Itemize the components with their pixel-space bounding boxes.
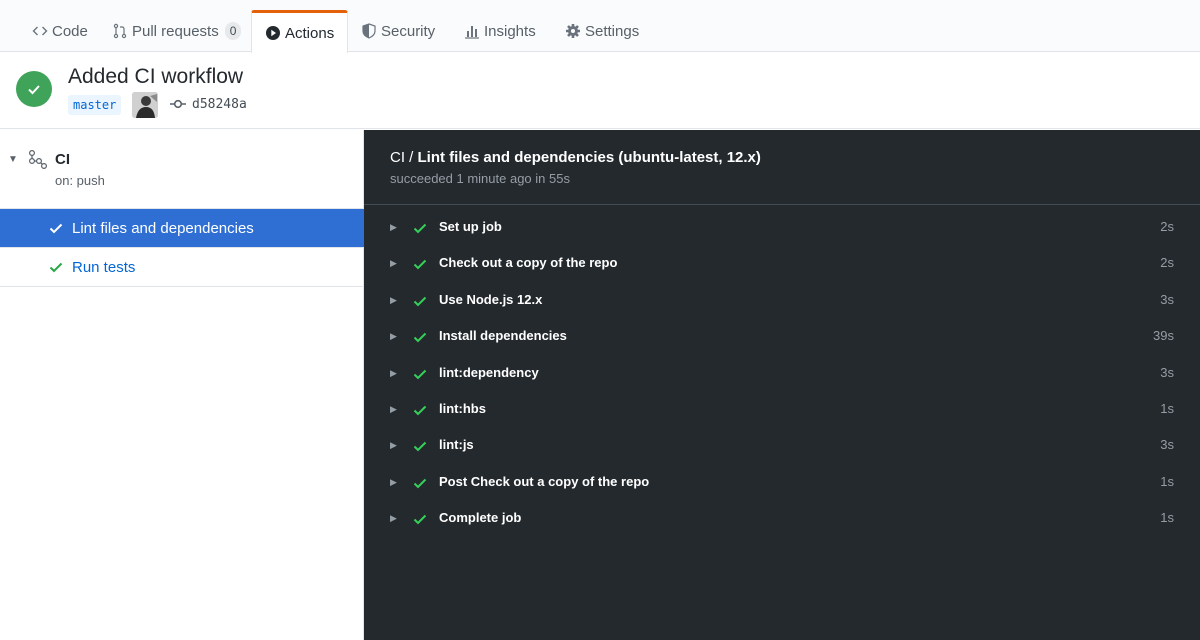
job-log-title: CI / Lint files and dependencies (ubuntu… xyxy=(390,149,761,166)
step-name: lint:dependency xyxy=(439,364,539,380)
caret-right-icon[interactable]: ▶ xyxy=(390,258,397,269)
success-status-icon xyxy=(16,71,52,107)
step-duration: 3s xyxy=(1160,291,1174,307)
tab-actions[interactable]: Actions xyxy=(251,10,349,53)
workflow-item[interactable]: ▼ CI on: push xyxy=(0,130,364,209)
workflow-icon xyxy=(28,149,48,174)
check-icon xyxy=(412,329,428,350)
tab-security[interactable]: Security xyxy=(361,10,435,52)
step-name: Set up job xyxy=(439,219,502,234)
check-icon xyxy=(412,438,428,459)
step-row[interactable]: ▶ Install dependencies 39s xyxy=(364,322,1200,352)
step-duration: 39s xyxy=(1153,328,1174,344)
pull-request-count: 0 xyxy=(224,22,242,40)
step-row[interactable]: ▶ Post Check out a copy of the repo 1s xyxy=(364,468,1200,498)
tab-code[interactable]: Code xyxy=(32,10,88,52)
check-icon xyxy=(412,366,428,387)
repo-nav: Code Pull requests 0 Actions Security In… xyxy=(0,0,1200,53)
step-name: Post Check out a copy of the repo xyxy=(439,473,650,489)
step-row[interactable]: ▶ Use Node.js 12.x 3s xyxy=(364,286,1200,316)
tab-label: Actions xyxy=(285,24,335,42)
shield-icon xyxy=(361,23,377,39)
check-icon xyxy=(412,256,428,277)
branch-label[interactable]: master xyxy=(68,95,122,115)
job-item-lint[interactable]: Lint files and dependencies xyxy=(0,209,364,248)
step-duration: 1s xyxy=(1160,510,1174,526)
step-duration: 1s xyxy=(1160,473,1174,489)
tab-settings[interactable]: Settings xyxy=(565,10,639,52)
step-row[interactable]: ▶ Check out a copy of the repo 2s xyxy=(364,249,1200,279)
tab-insights[interactable]: Insights xyxy=(464,10,536,52)
step-row[interactable]: ▶ lint:js 3s xyxy=(364,431,1200,461)
step-duration: 1s xyxy=(1160,401,1174,416)
step-name: Check out a copy of the repo xyxy=(439,255,618,271)
step-duration: 3s xyxy=(1160,437,1174,453)
caret-right-icon[interactable]: ▶ xyxy=(390,404,397,415)
job-log-title-job: Lint files and dependencies (ubuntu-late… xyxy=(417,149,761,166)
tab-label: Pull requests xyxy=(132,22,219,40)
job-label: Lint files and dependencies xyxy=(72,219,254,237)
caret-right-icon[interactable]: ▶ xyxy=(390,331,397,342)
step-row[interactable]: ▶ lint:hbs 1s xyxy=(364,395,1200,425)
step-name: Use Node.js 12.x xyxy=(439,291,543,307)
commit-icon xyxy=(170,96,186,117)
caret-right-icon[interactable]: ▶ xyxy=(390,295,397,306)
commit-sha[interactable]: d58248a xyxy=(192,95,247,115)
tab-pull-requests[interactable]: Pull requests 0 xyxy=(112,10,242,52)
play-icon xyxy=(265,25,281,41)
tab-label: Security xyxy=(381,22,436,40)
run-header: Added CI workflow master d58248a xyxy=(0,53,1200,129)
tab-label: Insights xyxy=(484,22,536,40)
check-icon xyxy=(412,293,428,314)
caret-right-icon[interactable]: ▶ xyxy=(390,440,397,451)
workflow-name: CI xyxy=(55,151,70,168)
step-name: Install dependencies xyxy=(439,328,567,344)
tab-label: Settings xyxy=(585,22,640,40)
check-icon xyxy=(48,259,66,275)
caret-down-icon[interactable]: ▼ xyxy=(8,154,18,165)
step-duration: 3s xyxy=(1160,364,1174,380)
code-icon xyxy=(32,23,48,39)
job-label: Run tests xyxy=(72,258,136,276)
check-icon xyxy=(48,220,66,236)
caret-right-icon[interactable]: ▶ xyxy=(390,368,397,379)
graph-icon xyxy=(464,23,480,39)
gear-icon xyxy=(565,23,581,39)
run-title: Added CI workflow xyxy=(68,65,244,88)
check-icon xyxy=(412,402,428,423)
avatar[interactable] xyxy=(132,92,158,118)
step-row[interactable]: ▶ Complete job 1s xyxy=(364,504,1200,534)
step-name: lint:js xyxy=(439,437,474,453)
pull-request-icon xyxy=(112,23,128,39)
step-name: lint:hbs xyxy=(439,401,486,416)
step-row[interactable]: ▶ lint:dependency 3s xyxy=(364,359,1200,389)
step-duration: 2s xyxy=(1160,219,1174,234)
check-icon xyxy=(412,220,428,241)
caret-right-icon[interactable]: ▶ xyxy=(390,513,397,524)
step-duration: 2s xyxy=(1160,255,1174,271)
workflow-sidebar: ▼ CI on: push Lint files and dependencie… xyxy=(0,130,364,640)
tab-label: Code xyxy=(52,22,88,40)
check-icon xyxy=(412,511,428,532)
step-name: Complete job xyxy=(439,510,522,526)
check-icon xyxy=(412,475,428,496)
job-log-subtitle: succeeded 1 minute ago in 55s xyxy=(390,171,570,186)
job-item-run-tests[interactable]: Run tests xyxy=(0,248,364,287)
job-log-pane: CI / Lint files and dependencies (ubuntu… xyxy=(364,130,1200,640)
workflow-trigger: on: push xyxy=(55,173,105,188)
caret-right-icon[interactable]: ▶ xyxy=(390,477,397,488)
caret-right-icon[interactable]: ▶ xyxy=(390,222,397,233)
divider xyxy=(364,204,1200,205)
step-row[interactable]: ▶ Set up job 2s xyxy=(364,213,1200,243)
job-log-title-prefix: CI / xyxy=(390,149,414,166)
